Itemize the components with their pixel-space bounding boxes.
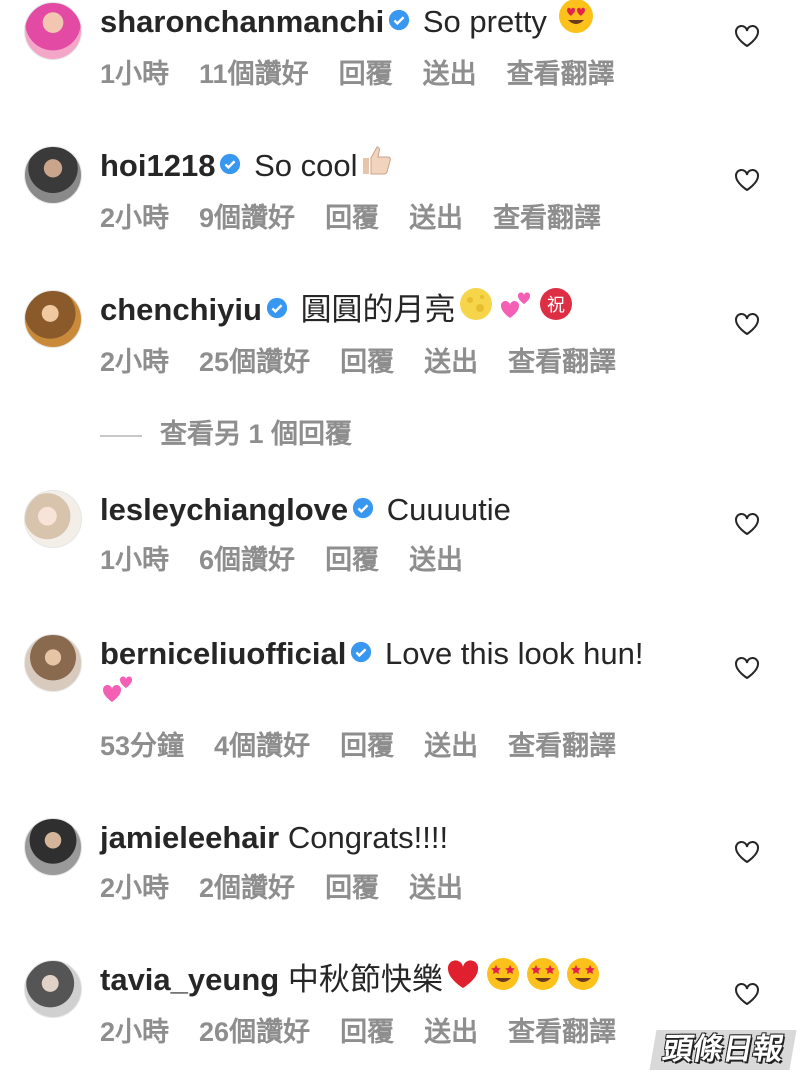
comment-likes[interactable]: 2個讚好 [199, 873, 295, 903]
verified-badge-icon [219, 145, 241, 185]
translate-button[interactable]: 查看翻譯 [508, 731, 616, 761]
send-button[interactable]: 送出 [409, 545, 463, 575]
reply-button[interactable]: 回覆 [340, 1017, 394, 1047]
comment-time: 53分鐘 [100, 730, 185, 761]
translate-button[interactable]: 查看翻譯 [508, 1017, 616, 1047]
congratulations-emoji: 祝 [538, 286, 574, 332]
reply-button[interactable]: 回覆 [325, 545, 379, 575]
comment-text: 圓圓的月亮 [300, 292, 456, 327]
comment-username[interactable]: tavia_yeung [100, 962, 279, 997]
reply-button[interactable]: 回覆 [325, 873, 379, 903]
comment-time: 1小時 [100, 58, 170, 89]
avatar[interactable] [24, 2, 82, 60]
reply-button[interactable]: 回覆 [325, 203, 379, 233]
avatar[interactable] [24, 634, 82, 692]
comment-username[interactable]: berniceliuofficial [100, 636, 346, 671]
star-struck-emoji [565, 956, 601, 1002]
verified-badge-icon [266, 289, 288, 329]
comment-time: 2小時 [100, 873, 170, 903]
avatar[interactable] [24, 960, 82, 1018]
comment-time: 2小時 [100, 202, 170, 233]
comment-text: Congrats!!!! [287, 820, 449, 855]
verified-badge-icon [352, 489, 374, 529]
translate-button[interactable]: 查看翻譯 [508, 347, 616, 377]
comment-username[interactable]: hoi1218 [100, 148, 215, 183]
comment-time: 1小時 [100, 545, 170, 575]
like-heart-icon[interactable] [734, 512, 762, 538]
reply-button[interactable]: 回覆 [340, 731, 394, 761]
verified-badge-icon [350, 633, 372, 673]
comment-time: 2小時 [100, 346, 170, 377]
send-button[interactable]: 送出 [409, 873, 463, 903]
comment-likes[interactable]: 4個讚好 [214, 731, 310, 761]
star-struck-emoji [525, 956, 561, 1002]
comment-text: Cuuuutie [386, 492, 511, 527]
avatar[interactable] [24, 146, 82, 204]
view-more-replies-label[interactable]: 查看另 1 個回覆 [160, 419, 352, 449]
avatar[interactable] [24, 490, 82, 548]
translate-button[interactable]: 查看翻譯 [507, 59, 615, 89]
like-heart-icon[interactable] [734, 24, 762, 50]
comment-time: 2小時 [100, 1016, 170, 1047]
comment-likes[interactable]: 6個讚好 [199, 545, 295, 575]
comment-username[interactable]: jamieleehair [100, 820, 279, 855]
heart-eyes-emoji [558, 0, 594, 44]
red-heart-emoji [445, 956, 481, 1002]
comment-text: So cool [254, 148, 358, 183]
comment-likes[interactable]: 26個讚好 [199, 1017, 310, 1047]
comment-username[interactable]: lesleychianglove [100, 492, 348, 527]
like-heart-icon[interactable] [734, 840, 762, 866]
full-moon-emoji [458, 286, 494, 332]
two-hearts-emoji [498, 286, 534, 332]
svg-text:祝: 祝 [547, 295, 565, 316]
comment-username[interactable]: chenchiyiu [100, 292, 262, 327]
send-button[interactable]: 送出 [424, 1017, 478, 1047]
like-heart-icon[interactable] [734, 982, 762, 1008]
like-heart-icon[interactable] [734, 656, 762, 682]
view-more-replies-button[interactable]: 查看另 1 個回覆 [100, 416, 352, 452]
send-button[interactable]: 送出 [424, 347, 478, 377]
like-heart-icon[interactable] [734, 168, 762, 194]
two-hearts-emoji [100, 670, 136, 716]
comment-likes[interactable]: 11個讚好 [199, 59, 309, 89]
reply-button[interactable]: 回覆 [339, 59, 393, 89]
comment-text: Love this look hun! [384, 636, 644, 671]
send-button[interactable]: 送出 [423, 59, 477, 89]
avatar[interactable] [24, 290, 82, 348]
like-heart-icon[interactable] [734, 312, 762, 338]
verified-badge-icon [388, 1, 410, 41]
divider [100, 434, 142, 437]
send-button[interactable]: 送出 [424, 731, 478, 761]
star-struck-emoji [485, 956, 521, 1002]
thumbs-up-emoji [359, 142, 395, 188]
watermark-logo: 頭條日報 [649, 1030, 797, 1070]
reply-button[interactable]: 回覆 [340, 347, 394, 377]
translate-button[interactable]: 查看翻譯 [493, 203, 601, 233]
send-button[interactable]: 送出 [409, 203, 463, 233]
comment-text: So pretty [422, 4, 547, 39]
avatar[interactable] [24, 818, 82, 876]
comment-text: 中秋節快樂 [287, 962, 443, 997]
comment-likes[interactable]: 9個讚好 [199, 203, 295, 233]
comment-username[interactable]: sharonchanmanchi [100, 4, 384, 39]
comment-likes[interactable]: 25個讚好 [199, 347, 310, 377]
